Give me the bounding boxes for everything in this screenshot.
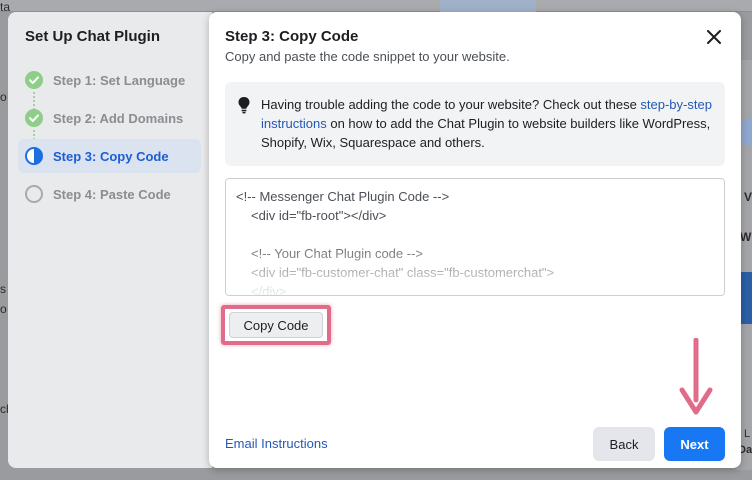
code-line: </div> xyxy=(251,284,287,296)
email-instructions-link[interactable]: Email Instructions xyxy=(225,436,328,451)
step-label: Step 4: Paste Code xyxy=(53,186,171,202)
background-text: o xyxy=(0,302,7,316)
info-text-before: Having trouble adding the code to your w… xyxy=(261,97,641,112)
step-item-copy-code[interactable]: Step 3: Copy Code xyxy=(18,139,201,173)
lightbulb-icon xyxy=(238,97,250,114)
step-item-paste-code[interactable]: Step 4: Paste Code xyxy=(18,177,201,211)
empty-circle-icon xyxy=(25,185,43,203)
background-text: s xyxy=(0,282,6,296)
next-button[interactable]: Next xyxy=(664,427,725,461)
step-label: Step 2: Add Domains xyxy=(53,110,184,126)
background-top-bar xyxy=(0,0,752,12)
background-active-tab xyxy=(440,0,536,12)
code-line: <!-- Your Chat Plugin code --> xyxy=(251,246,423,261)
background-text: V xyxy=(744,190,752,204)
checkmark-icon xyxy=(25,109,43,127)
code-line: <!-- Messenger Chat Plugin Code --> xyxy=(236,189,450,204)
close-button[interactable] xyxy=(703,26,725,48)
back-button[interactable]: Back xyxy=(593,427,655,461)
pointer-arrow-icon xyxy=(679,338,713,415)
help-info-box: Having trouble adding the code to your w… xyxy=(225,82,725,166)
code-line: <div id="fb-customer-chat" class="fb-cus… xyxy=(251,265,555,280)
help-info-text: Having trouble adding the code to your w… xyxy=(261,95,713,152)
copy-code-dialog: Step 3: Copy Code Copy and paste the cod… xyxy=(209,12,741,468)
dialog-subtitle: Copy and paste the code snippet to your … xyxy=(225,49,510,64)
code-line: <div id="fb-root"></div> xyxy=(251,208,387,223)
info-text-after: on how to add the Chat Plugin to website… xyxy=(261,116,711,150)
code-snippet-box[interactable]: <!-- Messenger Chat Plugin Code --> <div… xyxy=(225,178,725,296)
close-icon xyxy=(707,30,721,44)
half-circle-progress-icon xyxy=(25,147,43,165)
step-label: Step 1: Set Language xyxy=(53,72,186,88)
copy-code-button[interactable]: Copy Code xyxy=(229,312,323,338)
background-text: W xyxy=(740,230,752,244)
checkmark-icon xyxy=(25,71,43,89)
dialog-title: Step 3: Copy Code xyxy=(225,28,359,45)
step-item-set-language[interactable]: Step 1: Set Language xyxy=(18,63,201,97)
step-label: Step 3: Copy Code xyxy=(53,148,169,164)
background-text: ta xyxy=(0,0,11,14)
background-text: o xyxy=(0,90,7,104)
background-text: L xyxy=(744,428,751,440)
step-item-add-domains[interactable]: Step 2: Add Domains xyxy=(18,101,201,135)
steps-panel: Set Up Chat Plugin Step 1: Set Language … xyxy=(8,12,212,468)
steps-panel-title: Set Up Chat Plugin xyxy=(25,28,160,45)
